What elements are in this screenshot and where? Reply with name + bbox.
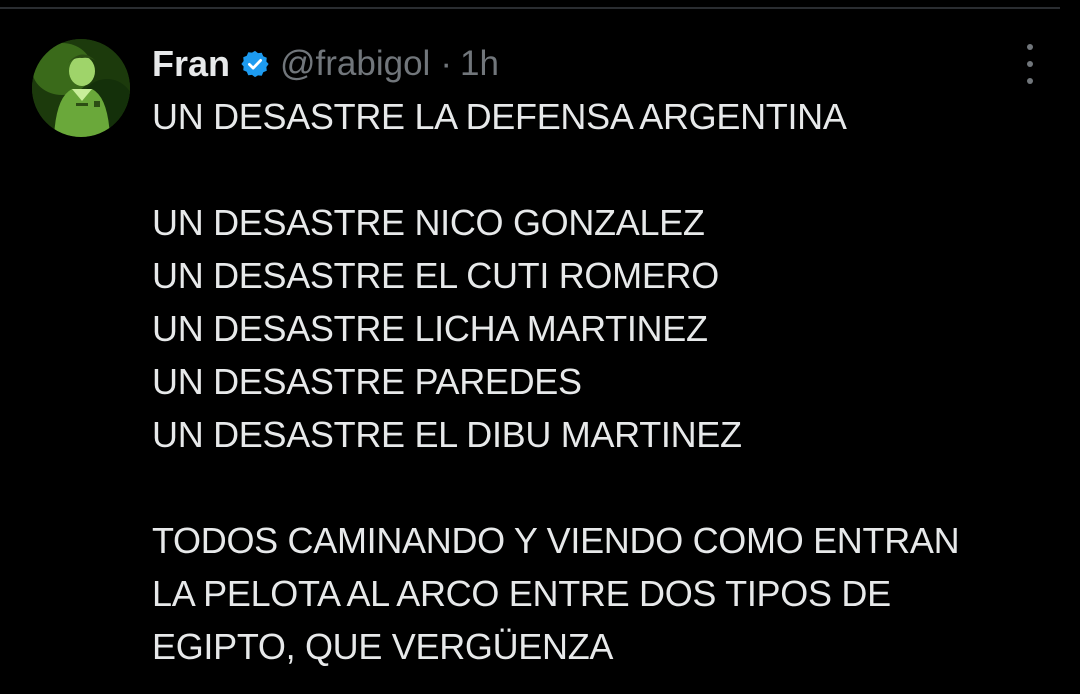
tweet-line: LA PELOTA AL ARCO ENTRE DOS TIPOS DE <box>152 573 891 614</box>
more-dot <box>1027 61 1033 67</box>
tweet-line: UN DESASTRE PAREDES <box>152 361 582 402</box>
display-name[interactable]: Fran <box>152 43 230 85</box>
tweet-text: UN DESASTRE LA DEFENSA ARGENTINA UN DESA… <box>152 90 1062 673</box>
more-options-icon[interactable] <box>1019 44 1041 84</box>
avatar[interactable] <box>32 39 130 137</box>
handle[interactable]: @frabigol <box>280 44 430 84</box>
tweet-line: UN DESASTRE EL DIBU MARTINEZ <box>152 414 742 455</box>
more-dot <box>1027 44 1033 50</box>
tweet-line-blank <box>152 143 1062 196</box>
tweet-line: UN DESASTRE NICO GONZALEZ <box>152 202 705 243</box>
tweet-line: EGIPTO, QUE VERGÜENZA <box>152 626 614 667</box>
tweet-line: TODOS CAMINANDO Y VIENDO COMO ENTRAN <box>152 520 960 561</box>
verified-badge-icon <box>240 49 270 79</box>
tweet[interactable]: Fran @frabigol · 1h UN DESASTRE LA DEFEN… <box>0 0 1080 694</box>
tweet-line-blank <box>152 461 1062 514</box>
tweet-header: Fran @frabigol · 1h <box>152 40 499 88</box>
tweet-line: UN DESASTRE LA DEFENSA ARGENTINA <box>152 96 847 137</box>
timestamp[interactable]: 1h <box>460 44 499 84</box>
tweet-line: UN DESASTRE LICHA MARTINEZ <box>152 308 708 349</box>
separator-dot: · <box>440 44 452 83</box>
more-dot <box>1027 78 1033 84</box>
tweet-line: UN DESASTRE EL CUTI ROMERO <box>152 255 719 296</box>
